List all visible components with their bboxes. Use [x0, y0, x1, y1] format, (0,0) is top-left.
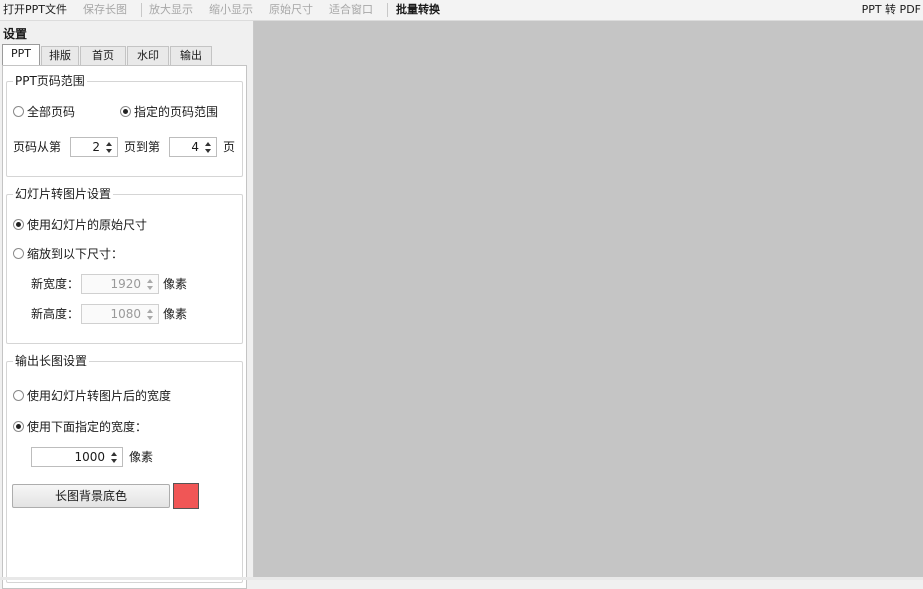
new-height-value: 1080 [110, 307, 141, 321]
to-page-value: 4 [191, 140, 199, 154]
spin-arrows-icon[interactable] [146, 277, 155, 292]
zoom-in-button[interactable]: 放大显示 [146, 0, 196, 20]
width-unit-label: 像素 [163, 277, 188, 291]
new-width-value: 1920 [110, 277, 141, 291]
radio-circle [13, 219, 24, 230]
tab-output[interactable]: 输出 [170, 46, 212, 65]
scale-to-radio[interactable]: 缩放到以下尺寸： [13, 246, 123, 262]
long-image-legend: 输出长图设置 [13, 354, 90, 368]
page-range-group: PPT页码范围 全部页码 指定的页码范围 页码从第 2 页到第 4 页 [6, 74, 243, 177]
radio-circle [120, 106, 131, 117]
long-image-group: 输出长图设置 使用幻灯片转图片后的宽度 使用下面指定的宽度： 1000 像素 [6, 354, 243, 583]
radio-circle [13, 421, 24, 432]
tab-first-page[interactable]: 首页 [80, 46, 126, 65]
to-page-spinbox[interactable]: 4 [169, 137, 217, 157]
specified-range-label: 指定的页码范围 [134, 105, 219, 119]
new-width-label: 新宽度： [31, 277, 80, 291]
specified-range-radio[interactable]: 指定的页码范围 [120, 104, 218, 120]
height-unit-label: 像素 [163, 307, 188, 321]
panel-title: 设置 [3, 27, 28, 41]
all-pages-radio[interactable]: 全部页码 [13, 104, 75, 120]
slide-image-legend: 幻灯片转图片设置 [13, 187, 114, 201]
radio-circle [13, 248, 24, 259]
radio-circle [13, 390, 24, 401]
background-color-swatch[interactable] [173, 483, 199, 509]
open-ppt-button[interactable]: 打开PPT文件 [0, 0, 70, 20]
long-image-width-value: 1000 [74, 450, 105, 464]
app-title: PPT 转 PDF [861, 3, 921, 16]
page-range-legend: PPT页码范围 [13, 74, 87, 88]
new-height-label: 新高度： [31, 307, 80, 321]
spin-arrows-icon[interactable] [110, 450, 119, 465]
from-page-label: 页码从第 [13, 140, 62, 154]
to-page-label: 页到第 [124, 140, 161, 154]
spin-arrows-icon[interactable] [146, 307, 155, 322]
all-pages-label: 全部页码 [27, 105, 76, 119]
page-suffix-label: 页 [223, 140, 236, 154]
use-slide-width-label: 使用幻灯片转图片后的宽度 [27, 389, 172, 403]
scale-to-label: 缩放到以下尺寸： [27, 247, 124, 261]
toolbar-separator [141, 3, 142, 17]
zoom-out-button[interactable]: 缩小显示 [206, 0, 256, 20]
tab-ppt[interactable]: PPT [2, 44, 40, 65]
new-height-spinbox[interactable]: 1080 [81, 304, 159, 324]
from-page-spinbox[interactable]: 2 [70, 137, 118, 157]
use-slide-width-radio[interactable]: 使用幻灯片转图片后的宽度 [13, 388, 171, 404]
save-long-image-button[interactable]: 保存长图 [80, 0, 130, 20]
slide-image-group: 幻灯片转图片设置 使用幻灯片的原始尺寸 缩放到以下尺寸： 新宽度： 1920 像… [6, 187, 243, 344]
original-size-label: 使用幻灯片的原始尺寸 [27, 218, 148, 232]
toolbar-separator [387, 3, 388, 17]
tab-watermark[interactable]: 水印 [127, 46, 169, 65]
long-image-width-spinbox[interactable]: 1000 [31, 447, 123, 467]
spin-arrows-icon[interactable] [105, 140, 114, 155]
original-size-button[interactable]: 原始尺寸 [266, 0, 316, 20]
from-page-value: 2 [92, 140, 100, 154]
preview-area[interactable] [254, 21, 923, 577]
batch-convert-button[interactable]: 批量转换 [393, 0, 443, 20]
tab-pane: PPT页码范围 全部页码 指定的页码范围 页码从第 2 页到第 4 页 幻灯片转… [2, 65, 247, 589]
radio-circle [13, 106, 24, 117]
fit-window-button[interactable]: 适合窗口 [326, 0, 376, 20]
settings-panel: 设置 PPT 排版 首页 水印 输出 PPT页码范围 全部页码 指定的页码范围 … [0, 21, 254, 589]
tab-layout[interactable]: 排版 [41, 46, 79, 65]
long-image-unit-label: 像素 [129, 450, 154, 464]
spin-arrows-icon[interactable] [204, 140, 213, 155]
background-color-button[interactable]: 长图背景底色 [12, 484, 170, 508]
toolbar: 打开PPT文件 保存长图 放大显示 缩小显示 原始尺寸 适合窗口 批量转换 PP… [0, 0, 923, 21]
use-specified-width-radio[interactable]: 使用下面指定的宽度： [13, 419, 147, 435]
use-specified-width-label: 使用下面指定的宽度： [27, 420, 148, 434]
original-size-radio[interactable]: 使用幻灯片的原始尺寸 [13, 217, 147, 233]
new-width-spinbox[interactable]: 1920 [81, 274, 159, 294]
